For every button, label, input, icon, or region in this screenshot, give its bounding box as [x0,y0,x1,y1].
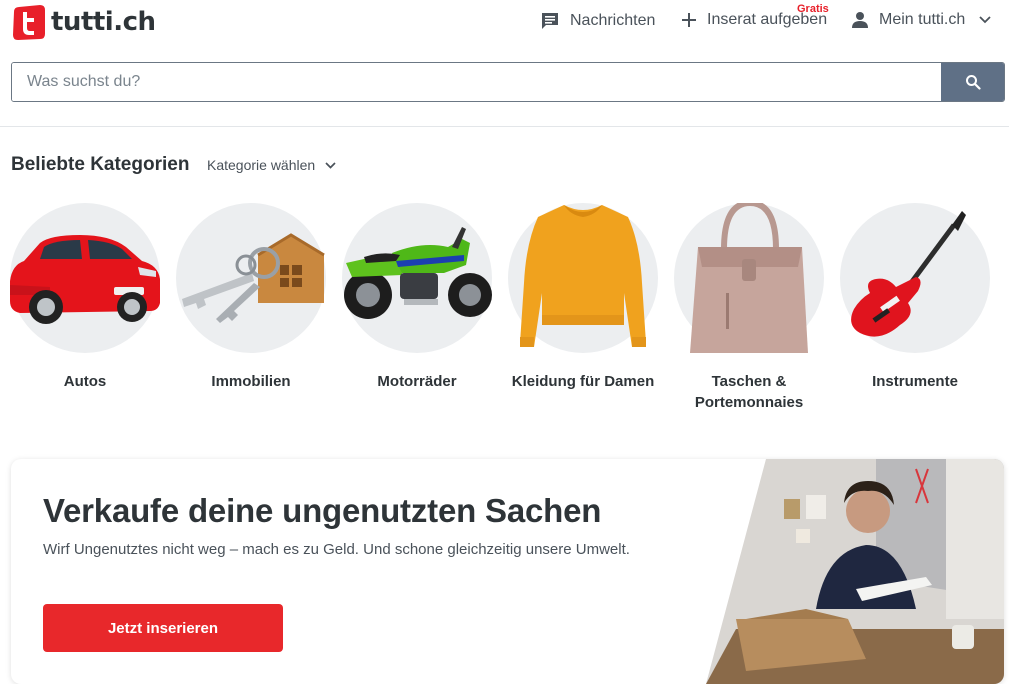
car-image [10,203,160,353]
nav-account[interactable]: Mein tutti.ch [851,11,991,29]
category-select[interactable]: Kategorie wählen [207,157,336,173]
chevron-down-icon [325,161,336,169]
search-icon [965,75,981,90]
nav-account-label: Mein tutti.ch [879,11,966,28]
search-input[interactable] [12,63,941,101]
category-label: Autos [63,373,107,390]
categories-title: Beliebte Kategorien [11,154,190,175]
user-icon [852,12,868,28]
guitar-image [840,203,990,353]
category-list: Autos Immobilien Motorräder Kleidung für… [0,203,1009,423]
handbag-image [674,203,824,353]
header: tutti.ch Nachrichten Inserat aufgeben Gr… [0,0,1009,44]
category-label: Instrumente [872,373,958,390]
category-autos[interactable]: Autos [2,203,168,392]
category-kleidung-damen[interactable]: Kleidung für Damen [500,203,666,392]
promo-woman-packing-image [706,459,1004,684]
promo-title: Verkaufe deine ungenutzten Sachen [43,492,602,529]
divider [0,126,1009,127]
promo-text: Wirf Ungenutztes nicht weg – mach es zu … [43,541,630,558]
chat-icon [542,13,558,29]
nav-messages-label: Nachrichten [570,12,656,29]
category-label: Motorräder [377,373,457,390]
logo[interactable]: tutti.ch [10,4,156,40]
search-bar [11,62,1005,102]
category-taschen[interactable]: Taschen & Portemonnaies [666,203,832,413]
category-label: Taschen & Portemonnaies [694,373,804,411]
category-immobilien[interactable]: Immobilien [168,203,334,392]
nav-messages[interactable]: Nachrichten [540,11,655,31]
category-motorraeder[interactable]: Motorräder [334,203,500,392]
category-label: Immobilien [211,373,291,390]
category-instrumente[interactable]: Instrumente [832,203,998,392]
promo-banner: Verkaufe deine ungenutzten Sachen Wirf U… [11,459,1004,684]
logo-text: tutti.ch [51,7,156,37]
category-select-label: Kategorie wählen [207,157,316,173]
category-label: Kleidung für Damen [511,373,655,390]
chevron-down-icon [979,16,991,24]
plus-icon [682,13,696,27]
promo-cta-button[interactable]: Jetzt inserieren [43,604,283,652]
logo-mark-icon [10,4,46,40]
sweater-image [508,203,658,353]
search-button[interactable] [941,63,1004,101]
free-badge: Gratis [797,3,829,15]
motorcycle-image [342,203,492,353]
keys-house-image [176,203,326,353]
